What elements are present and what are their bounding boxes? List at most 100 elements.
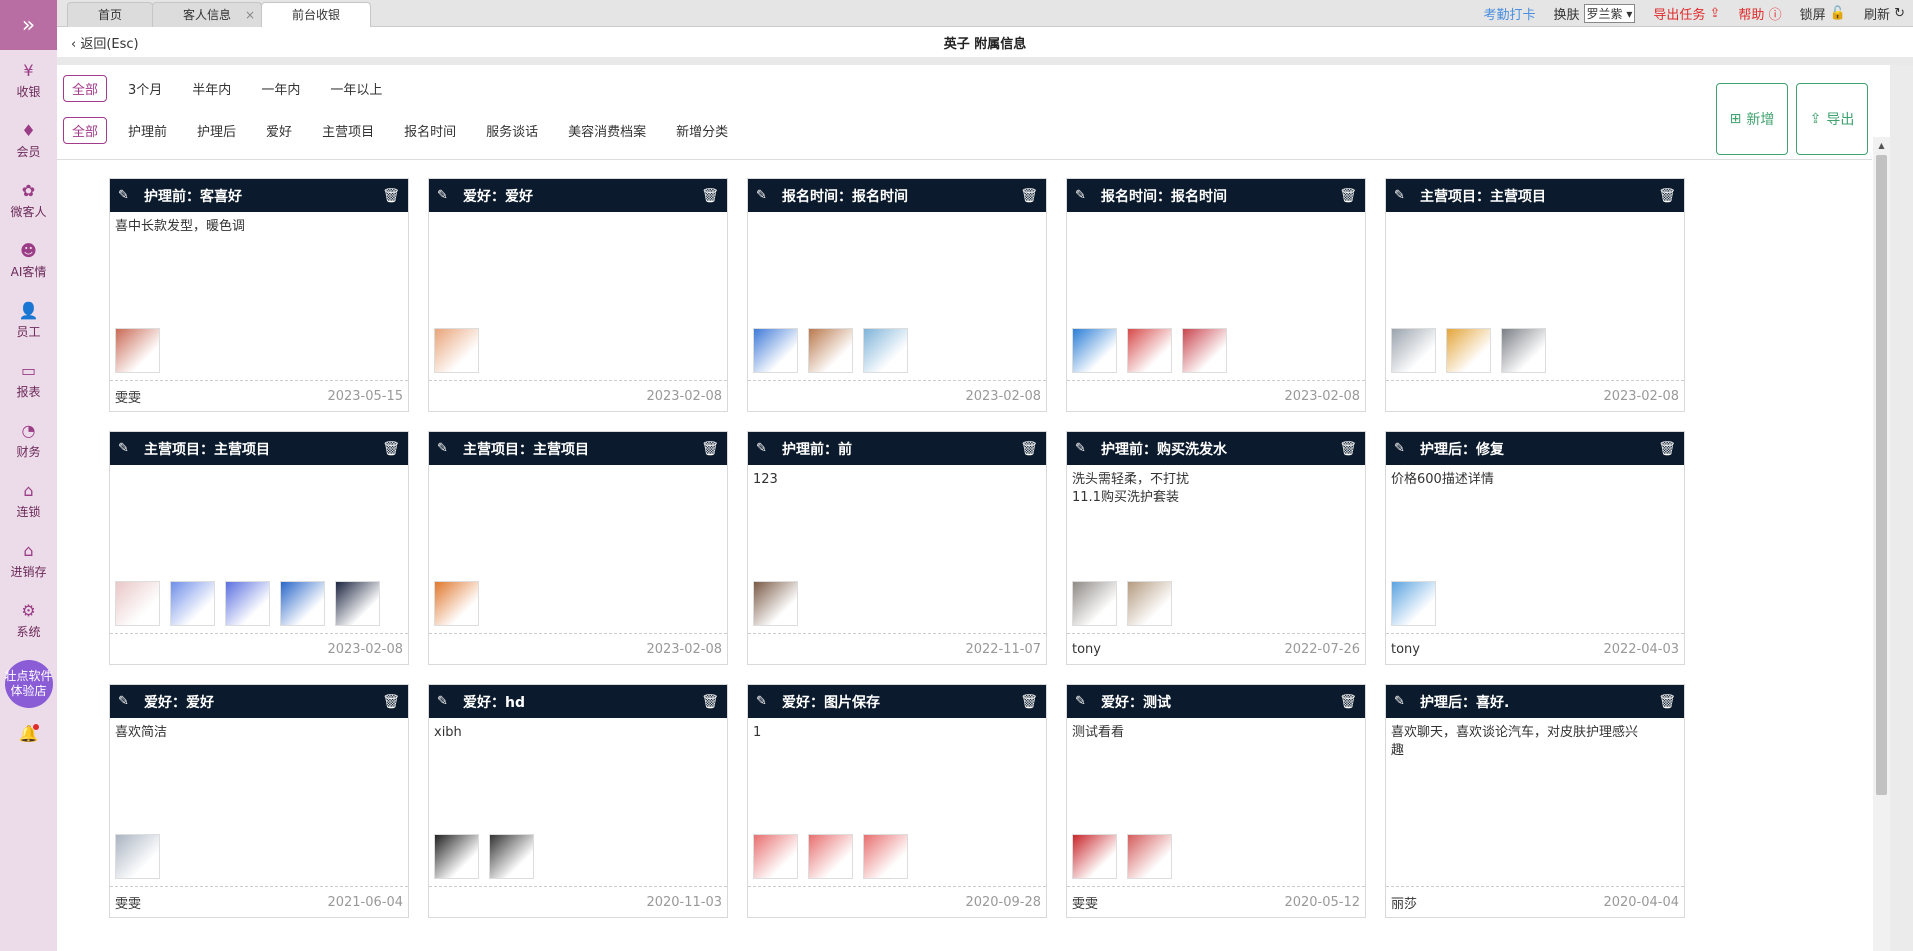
- bell-icon[interactable]: 🔔: [17, 724, 41, 748]
- sidebar-item[interactable]: ☻ AI客情: [0, 230, 57, 290]
- sidebar-item[interactable]: ▭ 报表: [0, 350, 57, 410]
- edit-icon[interactable]: ✎: [437, 188, 451, 203]
- sidebar-item[interactable]: ✿ 微客人: [0, 170, 57, 230]
- attachment-thumbnail[interactable]: [170, 581, 215, 626]
- category-filter-chip[interactable]: 护理前: [119, 117, 176, 144]
- time-filter-chip[interactable]: 全部: [63, 75, 108, 102]
- attachment-thumbnail[interactable]: [1182, 328, 1227, 373]
- edit-icon[interactable]: ✎: [1394, 188, 1408, 203]
- trash-icon[interactable]: 🗑: [1658, 694, 1676, 710]
- attachment-thumbnail[interactable]: [1391, 581, 1436, 626]
- attachment-thumbnail[interactable]: [808, 834, 853, 879]
- edit-icon[interactable]: ✎: [756, 441, 770, 456]
- trash-icon[interactable]: 🗑: [1658, 188, 1676, 204]
- trash-icon[interactable]: 🗑: [1339, 441, 1357, 457]
- trash-icon[interactable]: 🗑: [1020, 188, 1038, 204]
- attachment-thumbnail[interactable]: [808, 328, 853, 373]
- attachment-thumbnail[interactable]: [863, 328, 908, 373]
- category-filter-chip[interactable]: 服务谈话: [477, 117, 547, 144]
- attachment-thumbnail[interactable]: [753, 581, 798, 626]
- checkin-link[interactable]: 考勤打卡: [1483, 4, 1535, 23]
- attachment-thumbnail[interactable]: [115, 834, 160, 879]
- attachment-thumbnail[interactable]: [753, 328, 798, 373]
- trash-icon[interactable]: 🗑: [382, 694, 400, 710]
- sidebar-item[interactable]: ♦ 会员: [0, 110, 57, 170]
- add-button[interactable]: ⊞ 新增: [1716, 83, 1788, 155]
- edit-icon[interactable]: ✎: [1075, 188, 1089, 203]
- attachment-thumbnail[interactable]: [434, 328, 479, 373]
- lock-screen-button[interactable]: 锁屏 🔓: [1800, 4, 1846, 23]
- time-filter-chip[interactable]: 一年内: [252, 75, 309, 102]
- attachment-thumbnail[interactable]: [434, 581, 479, 626]
- category-filter-chip[interactable]: 全部: [63, 117, 108, 144]
- edit-icon[interactable]: ✎: [118, 694, 132, 709]
- trash-icon[interactable]: 🗑: [701, 188, 719, 204]
- edit-icon[interactable]: ✎: [1075, 694, 1089, 709]
- trash-icon[interactable]: 🗑: [382, 441, 400, 457]
- trash-icon[interactable]: 🗑: [1339, 188, 1357, 204]
- tab[interactable]: 客人信息 ×: [152, 2, 263, 27]
- trash-icon[interactable]: 🗑: [1339, 694, 1357, 710]
- export-task-button[interactable]: 导出任务 ⇪: [1653, 4, 1720, 23]
- attachment-thumbnail[interactable]: [1127, 834, 1172, 879]
- sidebar-item[interactable]: ⚙ 系统: [0, 590, 57, 650]
- edit-icon[interactable]: ✎: [437, 694, 451, 709]
- category-filter-chip[interactable]: 新增分类: [667, 117, 737, 144]
- attachment-thumbnail[interactable]: [1072, 328, 1117, 373]
- attachment-thumbnail[interactable]: [115, 328, 160, 373]
- attachment-thumbnail[interactable]: [115, 581, 160, 626]
- attachment-thumbnail[interactable]: [1072, 834, 1117, 879]
- tab[interactable]: 前台收银: [261, 2, 372, 27]
- refresh-button[interactable]: 刷新 ↻: [1864, 4, 1905, 23]
- edit-icon[interactable]: ✎: [756, 694, 770, 709]
- attachment-thumbnail[interactable]: [1391, 328, 1436, 373]
- trash-icon[interactable]: 🗑: [1020, 441, 1038, 457]
- sidebar-item[interactable]: ◔ 财务: [0, 410, 57, 470]
- time-filter-chip[interactable]: 一年以上: [321, 75, 391, 102]
- sidebar-item[interactable]: ⌂ 进销存: [0, 530, 57, 590]
- edit-icon[interactable]: ✎: [1394, 694, 1408, 709]
- scroll-up-icon[interactable]: ▲: [1873, 137, 1890, 154]
- attachment-thumbnail[interactable]: [1127, 581, 1172, 626]
- attachment-thumbnail[interactable]: [863, 834, 908, 879]
- category-filter-chip[interactable]: 护理后: [188, 117, 245, 144]
- trash-icon[interactable]: 🗑: [701, 694, 719, 710]
- close-tab-icon[interactable]: ×: [245, 3, 255, 27]
- help-button[interactable]: 帮助 ⓘ: [1738, 4, 1781, 23]
- category-filter-chip[interactable]: 爱好: [257, 117, 301, 144]
- store-avatar[interactable]: 壮点软件 体验店: [4, 660, 53, 708]
- sidebar-item[interactable]: ⌂ 连锁: [0, 470, 57, 530]
- category-filter-chip[interactable]: 美容消费档案: [559, 117, 655, 144]
- sidebar-item[interactable]: 👤 员工: [0, 290, 57, 350]
- trash-icon[interactable]: 🗑: [382, 188, 400, 204]
- expand-sidebar-icon[interactable]: »: [0, 0, 57, 50]
- trash-icon[interactable]: 🗑: [1020, 694, 1038, 710]
- attachment-thumbnail[interactable]: [280, 581, 325, 626]
- sidebar-item[interactable]: ¥ 收银: [0, 50, 57, 110]
- edit-icon[interactable]: ✎: [437, 441, 451, 456]
- attachment-thumbnail[interactable]: [335, 581, 380, 626]
- edit-icon[interactable]: ✎: [118, 188, 132, 203]
- trash-icon[interactable]: 🗑: [1658, 441, 1676, 457]
- edit-icon[interactable]: ✎: [756, 188, 770, 203]
- attachment-thumbnail[interactable]: [489, 834, 534, 879]
- attachment-thumbnail[interactable]: [434, 834, 479, 879]
- attachment-thumbnail[interactable]: [753, 834, 798, 879]
- time-filter-chip[interactable]: 3个月: [119, 75, 171, 102]
- edit-icon[interactable]: ✎: [1394, 441, 1408, 456]
- attachment-thumbnail[interactable]: [1501, 328, 1546, 373]
- category-filter-chip[interactable]: 主营项目: [313, 117, 383, 144]
- skin-select[interactable]: 罗兰紫 ▾: [1583, 4, 1636, 23]
- scrollbar-thumb[interactable]: [1876, 155, 1887, 795]
- attachment-thumbnail[interactable]: [1127, 328, 1172, 373]
- vertical-scrollbar[interactable]: ▲ ▼: [1873, 137, 1890, 951]
- time-filter-chip[interactable]: 半年内: [183, 75, 240, 102]
- export-button[interactable]: ⇪ 导出: [1796, 83, 1868, 155]
- tab[interactable]: 首页: [67, 2, 154, 27]
- category-filter-chip[interactable]: 报名时间: [395, 117, 465, 144]
- edit-icon[interactable]: ✎: [1075, 441, 1089, 456]
- edit-icon[interactable]: ✎: [118, 441, 132, 456]
- attachment-thumbnail[interactable]: [1072, 581, 1117, 626]
- attachment-thumbnail[interactable]: [1446, 328, 1491, 373]
- attachment-thumbnail[interactable]: [225, 581, 270, 626]
